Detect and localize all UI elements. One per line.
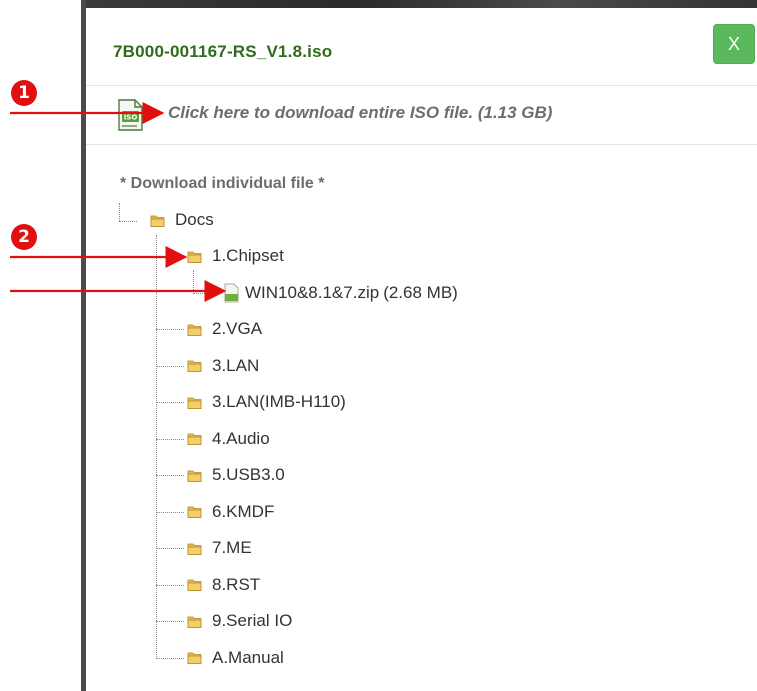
- tree-node-folder[interactable]: 3.LAN(IMB-H110): [187, 391, 346, 413]
- tree-node-label: 1.Chipset: [212, 246, 284, 265]
- tree-branch-connector: [156, 256, 184, 257]
- tree-node-folder[interactable]: 3.LAN: [187, 355, 259, 377]
- tree-root-connector: [119, 203, 120, 221]
- tree-node-folder[interactable]: 7.ME: [187, 537, 252, 559]
- tree-node-docs[interactable]: Docs: [150, 209, 214, 231]
- dialog-title: 7B000-001167-RS_V1.8.iso: [113, 42, 333, 61]
- page-backdrop: [86, 0, 757, 8]
- tree-branch-connector: [156, 475, 184, 476]
- individual-files-label: * Download individual file *: [120, 175, 325, 192]
- folder-icon: [187, 506, 202, 518]
- tree-branch-connector: [156, 621, 184, 622]
- tree-node-folder[interactable]: 5.USB3.0: [187, 464, 285, 486]
- folder-icon: [187, 360, 202, 372]
- iso-download-link[interactable]: Click here to download entire ISO file. …: [168, 103, 552, 123]
- tree-node-label: Docs: [175, 210, 214, 229]
- folder-icon: [187, 470, 202, 482]
- tree-branch-connector: [156, 329, 184, 330]
- tree-node-label: A.Manual: [212, 647, 284, 667]
- zip-file-icon: [224, 283, 239, 302]
- close-button[interactable]: X: [713, 24, 755, 64]
- tree-branch-connector: [156, 511, 184, 513]
- iso-download-row[interactable]: ISO Click here to download entire ISO fi…: [86, 86, 757, 145]
- tree-node-folder[interactable]: 2.VGA: [187, 318, 262, 340]
- tree-node-label: 3.LAN(IMB-H110): [212, 392, 346, 411]
- tree-node-folder[interactable]: 9.Serial IO: [187, 610, 292, 632]
- annotation-badge-1: 1: [11, 80, 37, 106]
- download-dialog: 7B000-001167-RS_V1.8.iso X ISO Click her…: [86, 8, 757, 691]
- folder-icon: [187, 433, 202, 445]
- tree-node-label: 3.LAN: [212, 355, 260, 375]
- tree-node-folder[interactable]: 1.Chipset: [187, 245, 284, 267]
- tree-branch-connector: [156, 584, 184, 586]
- tree-node-label: 6.KMDF: [212, 501, 275, 521]
- tree-node-label: 5.USB3.0: [212, 465, 285, 484]
- tree-node-file[interactable]: WIN10&8.1&7.zip (2.68 MB): [223, 282, 458, 304]
- annotation-badge-2: 2: [11, 224, 37, 250]
- tree-chipset-branch: [193, 270, 194, 292]
- tree-node-label: 8.RST: [212, 574, 261, 594]
- tree-node-label: 4.Audio: [212, 428, 270, 448]
- screenshot-stage: 7B000-001167-RS_V1.8.iso X ISO Click her…: [0, 0, 757, 691]
- tree-branch-connector: [156, 365, 184, 367]
- tree-trunk: [156, 235, 157, 659]
- tree-node-folder[interactable]: 8.RST: [187, 574, 260, 596]
- folder-icon: [187, 397, 202, 409]
- tree-branch-connector: [156, 402, 184, 403]
- iso-icon-text: ISO: [124, 114, 138, 122]
- tree-branch-connector: [156, 438, 184, 440]
- folder-icon: [150, 215, 165, 227]
- file-size-label: (2.68 MB): [383, 282, 458, 302]
- tree-node-label: 7.ME: [212, 538, 252, 557]
- tree-file-connector: [193, 292, 219, 294]
- tree-node-folder[interactable]: A.Manual: [187, 647, 284, 669]
- folder-icon: [187, 251, 202, 263]
- tree-root-connector-h: [119, 221, 137, 222]
- folder-icon: [187, 543, 202, 555]
- tree-branch-connector: [156, 548, 184, 549]
- iso-file-icon: ISO: [118, 99, 143, 131]
- tree-node-label: 9.Serial IO: [212, 611, 293, 630]
- tree-node-folder[interactable]: 6.KMDF: [187, 501, 274, 523]
- folder-icon: [187, 579, 202, 591]
- dialog-header: 7B000-001167-RS_V1.8.iso X: [86, 8, 757, 86]
- tree-node-folder[interactable]: 4.Audio: [187, 428, 270, 450]
- tree-branch-connector: [156, 657, 184, 659]
- file-name-label: WIN10&8.1&7.zip: [245, 282, 380, 302]
- folder-icon: [187, 652, 202, 664]
- folder-icon: [187, 324, 202, 336]
- folder-icon: [187, 616, 202, 628]
- tree-node-label: 2.VGA: [212, 319, 263, 338]
